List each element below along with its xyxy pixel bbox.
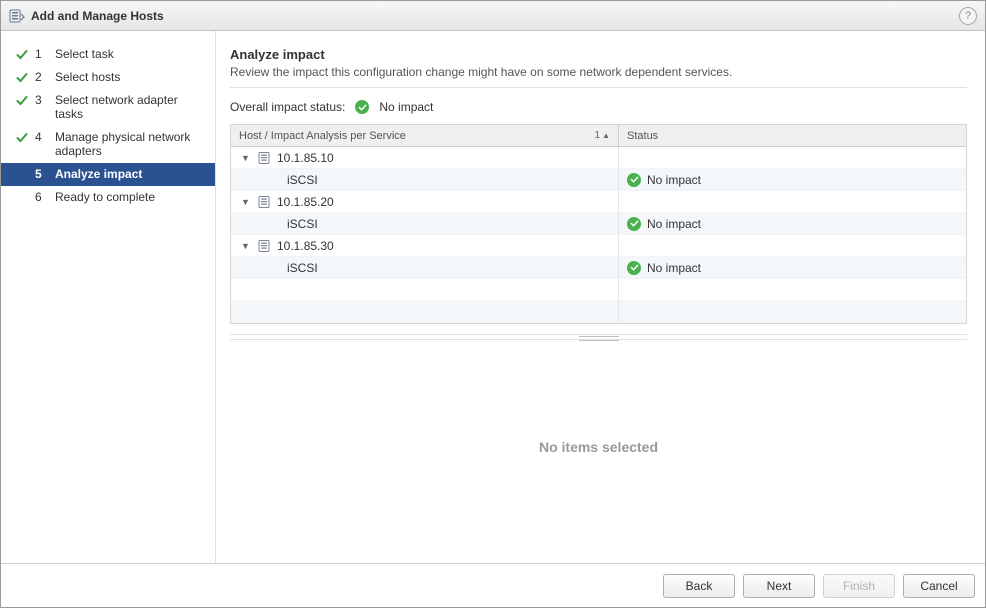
- host-name: 10.1.85.30: [277, 239, 334, 253]
- step-label: Manage physical network adapters: [55, 130, 205, 159]
- host-name: 10.1.85.10: [277, 151, 334, 165]
- overall-status-row: Overall impact status: No impact: [230, 100, 967, 114]
- wizard-step-6[interactable]: 6 Ready to complete: [1, 186, 215, 209]
- sort-indicator: 1 ▲: [595, 130, 610, 141]
- check-icon: [15, 48, 29, 62]
- next-button[interactable]: Next: [743, 574, 815, 598]
- titlebar: Add and Manage Hosts ?: [1, 1, 985, 31]
- table-row-service[interactable]: iSCSI No impact: [231, 257, 966, 279]
- wizard-step-1[interactable]: 1 Select task: [1, 43, 215, 66]
- table-row-empty: [231, 279, 966, 301]
- impact-table: Host / Impact Analysis per Service 1 ▲ S…: [230, 124, 967, 324]
- host-name: 10.1.85.20: [277, 195, 334, 209]
- status-ok-icon: [627, 173, 641, 187]
- expand-toggle-icon[interactable]: ▼: [241, 197, 251, 207]
- hosts-wizard-icon: [9, 8, 25, 24]
- table-row-service[interactable]: iSCSI No impact: [231, 213, 966, 235]
- back-button[interactable]: Back: [663, 574, 735, 598]
- service-name: iSCSI: [287, 173, 318, 187]
- wizard-dialog: Add and Manage Hosts ? 1 Select task 2 Sele…: [0, 0, 986, 608]
- overall-status-text: No impact: [379, 100, 433, 114]
- wizard-step-4[interactable]: 4 Manage physical network adapters: [1, 126, 215, 163]
- table-row-host[interactable]: ▼ 10.1.85.30: [231, 235, 966, 257]
- step-number: 1: [35, 47, 49, 61]
- host-icon: [257, 239, 271, 253]
- step-number: 6: [35, 190, 49, 204]
- page-description: Review the impact this configuration cha…: [230, 65, 967, 79]
- overall-status-label: Overall impact status:: [230, 100, 345, 114]
- step-label: Analyze impact: [55, 167, 205, 181]
- detail-empty-text: No items selected: [539, 439, 658, 455]
- col-host-header-label: Host / Impact Analysis per Service: [239, 130, 406, 142]
- check-icon: [15, 131, 29, 145]
- step-label: Ready to complete: [55, 190, 205, 204]
- col-status-header[interactable]: Status: [619, 125, 966, 146]
- step-number: 4: [35, 130, 49, 144]
- expand-toggle-icon[interactable]: ▼: [241, 153, 251, 163]
- table-row-empty: [231, 301, 966, 323]
- step-number: 3: [35, 93, 49, 107]
- wizard-main-panel: Analyze impact Review the impact this co…: [216, 31, 985, 563]
- table-row-host[interactable]: ▼ 10.1.85.20: [231, 191, 966, 213]
- service-status: No impact: [647, 173, 701, 187]
- wizard-footer: Back Next Finish Cancel: [1, 563, 985, 607]
- wizard-step-3[interactable]: 3 Select network adapter tasks: [1, 89, 215, 126]
- service-status: No impact: [647, 261, 701, 275]
- expand-toggle-icon[interactable]: ▼: [241, 241, 251, 251]
- step-number: 5: [35, 167, 49, 181]
- check-icon: [15, 94, 29, 108]
- window-title: Add and Manage Hosts: [31, 9, 164, 23]
- detail-panel: No items selected: [230, 340, 967, 553]
- help-button[interactable]: ?: [959, 7, 977, 25]
- host-icon: [257, 151, 271, 165]
- col-host-header[interactable]: Host / Impact Analysis per Service 1 ▲: [231, 125, 619, 146]
- divider: [230, 87, 967, 88]
- service-status: No impact: [647, 217, 701, 231]
- step-label: Select network adapter tasks: [55, 93, 205, 122]
- step-label: Select hosts: [55, 70, 205, 84]
- col-status-header-label: Status: [627, 130, 658, 142]
- status-ok-icon: [627, 217, 641, 231]
- step-number: 2: [35, 70, 49, 84]
- table-row-host[interactable]: ▼ 10.1.85.10: [231, 147, 966, 169]
- page-title: Analyze impact: [230, 47, 967, 62]
- table-row-service[interactable]: iSCSI No impact: [231, 169, 966, 191]
- cancel-button[interactable]: Cancel: [903, 574, 975, 598]
- service-name: iSCSI: [287, 217, 318, 231]
- host-icon: [257, 195, 271, 209]
- finish-button: Finish: [823, 574, 895, 598]
- status-ok-icon: [627, 261, 641, 275]
- status-ok-icon: [355, 100, 369, 114]
- sort-asc-icon: ▲: [602, 131, 610, 140]
- check-icon: [15, 71, 29, 85]
- step-label: Select task: [55, 47, 205, 61]
- service-name: iSCSI: [287, 261, 318, 275]
- splitter-handle[interactable]: [230, 334, 967, 340]
- table-header: Host / Impact Analysis per Service 1 ▲ S…: [231, 125, 966, 147]
- wizard-step-2[interactable]: 2 Select hosts: [1, 66, 215, 89]
- check-icon: [15, 191, 29, 205]
- table-body: ▼ 10.1.85.10 iSCSI No impact ▼ 10.1.85.20 iSCS…: [231, 147, 966, 323]
- wizard-step-5: 5 Analyze impact: [1, 163, 215, 186]
- wizard-steps-sidebar: 1 Select task 2 Select hosts 3 Select network…: [1, 31, 216, 563]
